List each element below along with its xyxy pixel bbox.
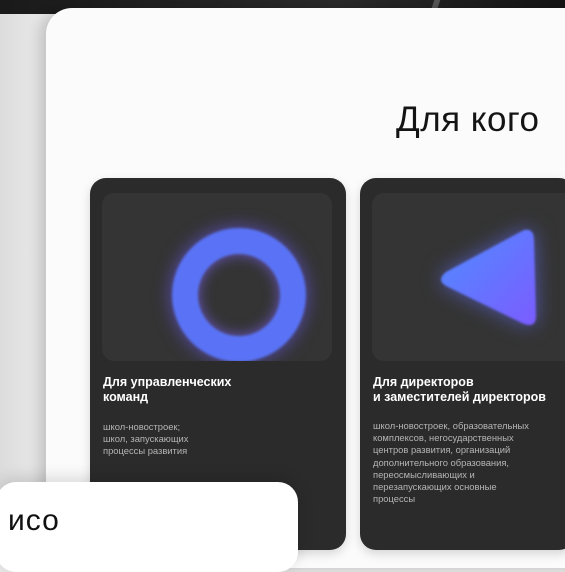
section-title: Для кого [396, 100, 540, 139]
card-title: Для директоров и заместителей директоров [373, 375, 546, 404]
card-title: Для управленческих команд [103, 375, 232, 404]
gradient-triangle-icon [441, 229, 536, 325]
audience-card-directors[interactable]: Для директоров и заместителей директоров… [360, 178, 565, 550]
card-description: школ-новостроек; школ, запускающих проце… [103, 421, 189, 457]
floating-overlay-card[interactable]: исо [0, 482, 298, 572]
overlay-text: исо [8, 504, 60, 537]
card-description: школ-новостроек, образовательных комплек… [373, 420, 529, 505]
card-image [102, 193, 332, 361]
left-shade [0, 14, 52, 549]
card-image [372, 193, 565, 361]
gradient-ring-icon [172, 228, 306, 361]
